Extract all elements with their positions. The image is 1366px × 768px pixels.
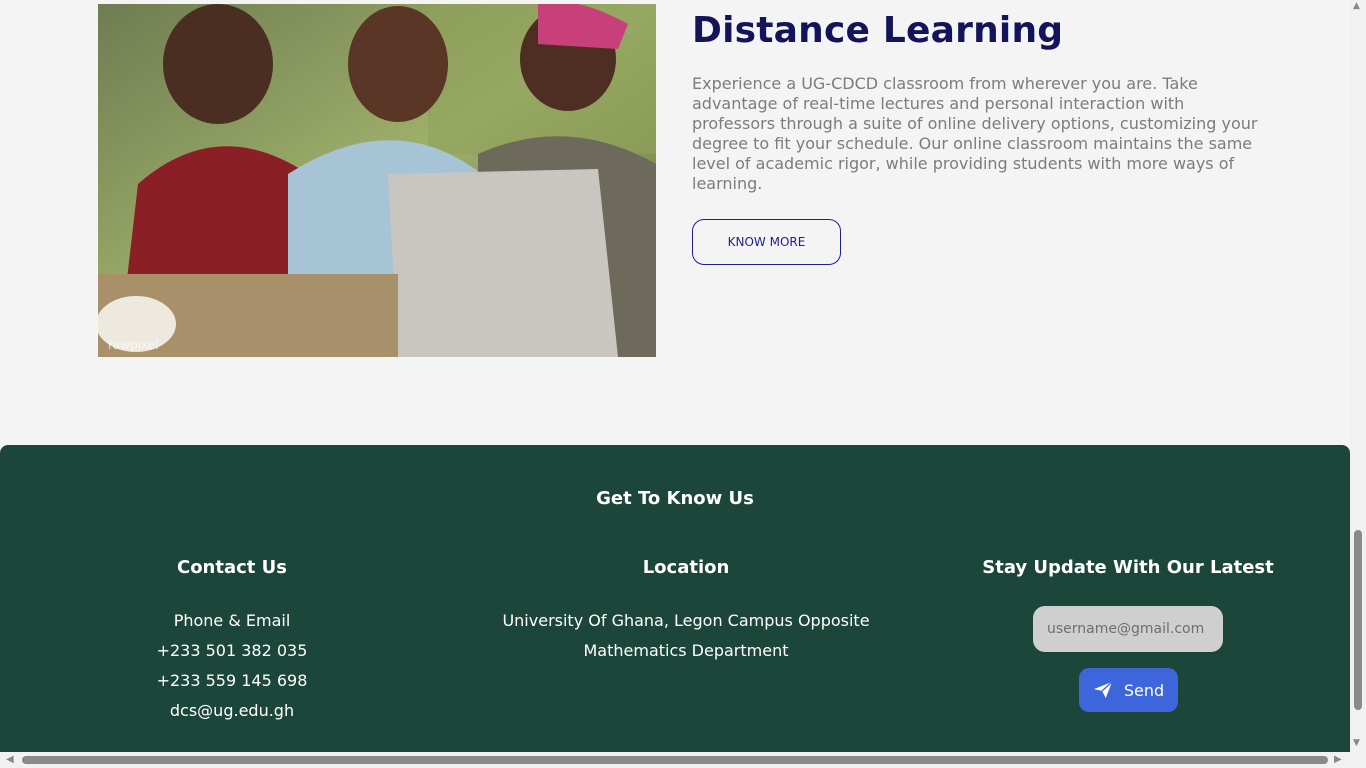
contact-phone-2: +233 559 145 698	[156, 671, 308, 690]
send-button-label: Send	[1123, 680, 1165, 700]
scroll-up-arrow-icon[interactable]: ▲	[1353, 1, 1360, 11]
scrollbar-corner	[1350, 752, 1366, 768]
contact-column: Contact Us Phone & Email +233 501 382 03…	[82, 557, 382, 726]
vertical-scroll-thumb[interactable]	[1354, 530, 1362, 710]
send-icon	[1093, 681, 1113, 699]
location-line-2: Mathematics Department	[583, 641, 789, 660]
section-title: Distance Learning	[692, 10, 1064, 51]
students-photo: rawpixel	[98, 4, 656, 357]
scroll-down-arrow-icon[interactable]: ▼	[1353, 738, 1360, 748]
footer-title: Get To Know Us	[596, 488, 754, 509]
vertical-scrollbar[interactable]: ▲ ▼	[1350, 0, 1366, 752]
send-button[interactable]: Send	[1078, 668, 1178, 712]
horizontal-scrollbar[interactable]: ◀ ▶	[0, 752, 1350, 768]
contact-phone-1: +233 501 382 035	[156, 641, 308, 660]
newsletter-heading: Stay Update With Our Latest	[982, 557, 1274, 578]
footer: Get To Know Us Contact Us Phone & Email …	[0, 445, 1350, 768]
location-column: Location University Of Ghana, Legon Camp…	[486, 557, 886, 666]
location-heading: Location	[642, 557, 730, 578]
photo-watermark: rawpixel	[108, 338, 159, 352]
horizontal-scroll-thumb[interactable]	[22, 756, 1328, 764]
contact-email: dcs@ug.edu.gh	[169, 701, 295, 720]
contact-label: Phone & Email	[173, 611, 291, 630]
newsletter-email-input[interactable]	[1033, 606, 1223, 652]
newsletter-column: Stay Update With Our Latest Send	[968, 557, 1288, 712]
scroll-left-arrow-icon[interactable]: ◀	[6, 754, 14, 765]
know-more-button[interactable]: KNOW MORE	[692, 219, 841, 265]
scroll-right-arrow-icon[interactable]: ▶	[1334, 754, 1342, 765]
contact-heading: Contact Us	[176, 557, 287, 578]
location-line-1: University Of Ghana, Legon Campus Opposi…	[502, 611, 870, 630]
section-description: Experience a UG-CDCD classroom from wher…	[692, 74, 1258, 193]
